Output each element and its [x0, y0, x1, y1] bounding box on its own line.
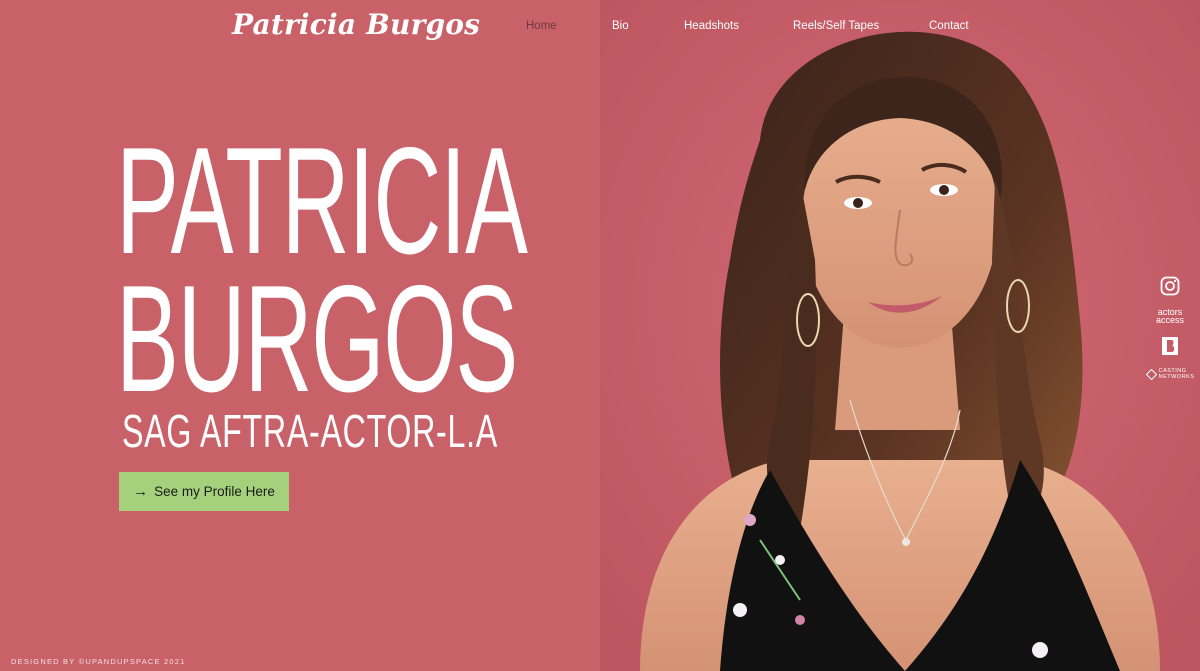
arrow-right-icon: → [133, 483, 149, 500]
actors-access-icon: actors access [1155, 307, 1184, 325]
footer-credit: DESIGNED BY ©UPANDUPSPACE 2021 [11, 657, 186, 666]
portrait-photo [600, 0, 1200, 671]
instagram-icon [1160, 276, 1180, 296]
nav-reels-self-tapes[interactable]: Reels/Self Tapes [793, 20, 879, 32]
hero-title: PATRICIA BURGOS [116, 116, 528, 424]
nav-home[interactable]: Home [526, 20, 557, 32]
nav-bio[interactable]: Bio [612, 20, 629, 32]
main-nav: Home Bio Headshots Reels/Self Tapes Cont… [0, 20, 1200, 40]
casting-networks-link[interactable]: CASTING NETWORKS [1140, 368, 1200, 380]
see-profile-button[interactable]: → See my Profile Here [119, 472, 289, 511]
casting-networks-icon: CASTING NETWORKS [1145, 368, 1195, 380]
nav-headshots[interactable]: Headshots [684, 20, 739, 32]
nav-contact[interactable]: Contact [929, 20, 969, 32]
backstage-link[interactable] [1140, 336, 1200, 356]
backstage-icon [1162, 337, 1178, 355]
hero-subtitle: SAG AFTRA-ACTOR-L.A [122, 405, 498, 457]
hero-name-line2: BURGOS [116, 254, 518, 424]
instagram-link[interactable] [1140, 276, 1200, 296]
actors-access-link[interactable]: actors access [1140, 307, 1200, 325]
see-profile-label: See my Profile Here [154, 484, 275, 499]
hero-name-line1: PATRICIA [116, 116, 528, 286]
diamond-icon [1145, 368, 1157, 380]
